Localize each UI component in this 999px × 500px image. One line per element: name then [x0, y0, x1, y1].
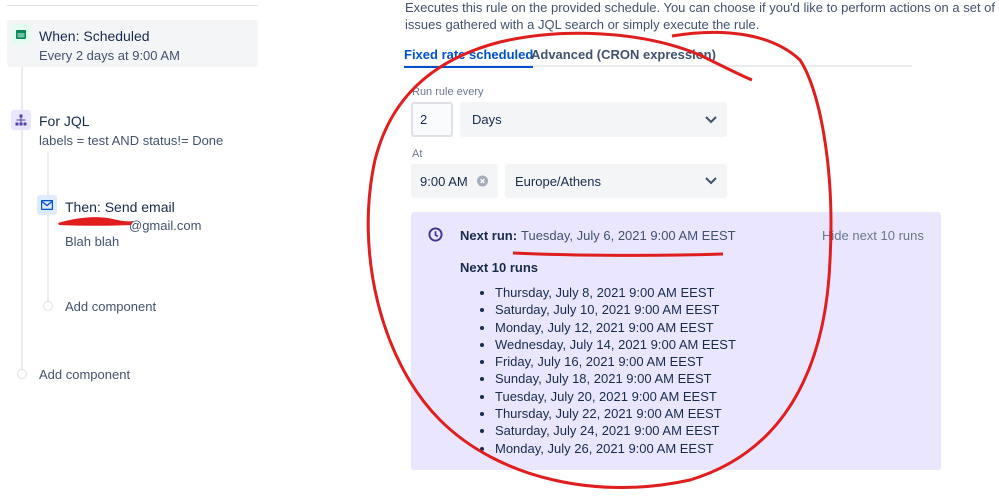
next-runs-title: Next 10 runs: [460, 260, 539, 275]
run-every-label: Run rule every: [412, 86, 484, 98]
hide-next-runs-link[interactable]: Hide next 10 runs: [822, 228, 924, 243]
branch-icon: [11, 110, 31, 130]
email-icon: [37, 195, 57, 215]
run-item: Sunday, July 18, 2021 9:00 AM EEST: [495, 370, 736, 387]
inner-connector: [47, 152, 49, 302]
interval-unit-select[interactable]: Days: [460, 102, 727, 137]
outer-connector: [21, 44, 23, 370]
inner-add-component[interactable]: Add component: [65, 299, 156, 314]
outer-add-dot: [17, 369, 27, 379]
run-item: Tuesday, July 20, 2021 9:00 AM EEST: [495, 388, 736, 405]
branch-title[interactable]: For JQL: [39, 113, 90, 129]
description-line-1: Executes this rule on the provided sched…: [405, 0, 996, 15]
chevron-down-icon: [705, 177, 717, 185]
run-item: Saturday, July 10, 2021 9:00 AM EEST: [495, 301, 736, 318]
next-runs-list: Thursday, July 8, 2021 9:00 AM EEST Satu…: [495, 284, 736, 457]
chevron-down-icon: [705, 115, 717, 123]
branch-jql: labels = test AND status!= Done: [39, 133, 224, 148]
time-input[interactable]: 9:00 AM: [411, 164, 498, 198]
description-line-2: issues gathered with a JQL search or sim…: [405, 17, 760, 32]
run-item: Friday, July 16, 2021 9:00 AM EEST: [495, 353, 736, 370]
run-item: Thursday, July 22, 2021 9:00 AM EEST: [495, 405, 736, 422]
clock-icon: [428, 227, 443, 242]
calendar-icon: [11, 24, 31, 44]
outer-add-component[interactable]: Add component: [39, 367, 130, 382]
interval-input[interactable]: 2: [411, 102, 453, 137]
trigger-title: When: Scheduled: [39, 28, 150, 44]
redaction-scribble: [58, 217, 133, 226]
next-run-label: Next run:: [460, 228, 518, 243]
interval-unit-value: Days: [472, 112, 502, 127]
run-item: Monday, July 12, 2021 9:00 AM EEST: [495, 319, 736, 336]
tab-advanced-cron[interactable]: Advanced (CRON expression): [531, 47, 716, 62]
time-value: 9:00 AM: [420, 173, 468, 189]
action-body: Blah blah: [65, 234, 120, 249]
run-item: Saturday, July 24, 2021 9:00 AM EEST: [495, 422, 736, 439]
tab-fixed-rate[interactable]: Fixed rate scheduled: [404, 47, 534, 68]
inner-add-dot: [43, 301, 53, 311]
run-item: Thursday, July 8, 2021 9:00 AM EEST: [495, 284, 736, 301]
trigger-subtitle: Every 2 days at 9:00 AM: [39, 48, 180, 63]
run-item: Monday, July 26, 2021 9:00 AM EEST: [495, 440, 736, 457]
clear-icon[interactable]: [477, 175, 488, 187]
action-email: @gmail.com: [129, 218, 202, 233]
timezone-select[interactable]: Europe/Athens: [505, 164, 727, 198]
timezone-value: Europe/Athens: [515, 173, 602, 189]
top-divider: [7, 5, 258, 6]
next-run-value: Tuesday, July 6, 2021 9:00 AM EEST: [521, 228, 736, 243]
at-label: At: [412, 148, 423, 160]
run-item: Wednesday, July 14, 2021 9:00 AM EEST: [495, 336, 736, 353]
